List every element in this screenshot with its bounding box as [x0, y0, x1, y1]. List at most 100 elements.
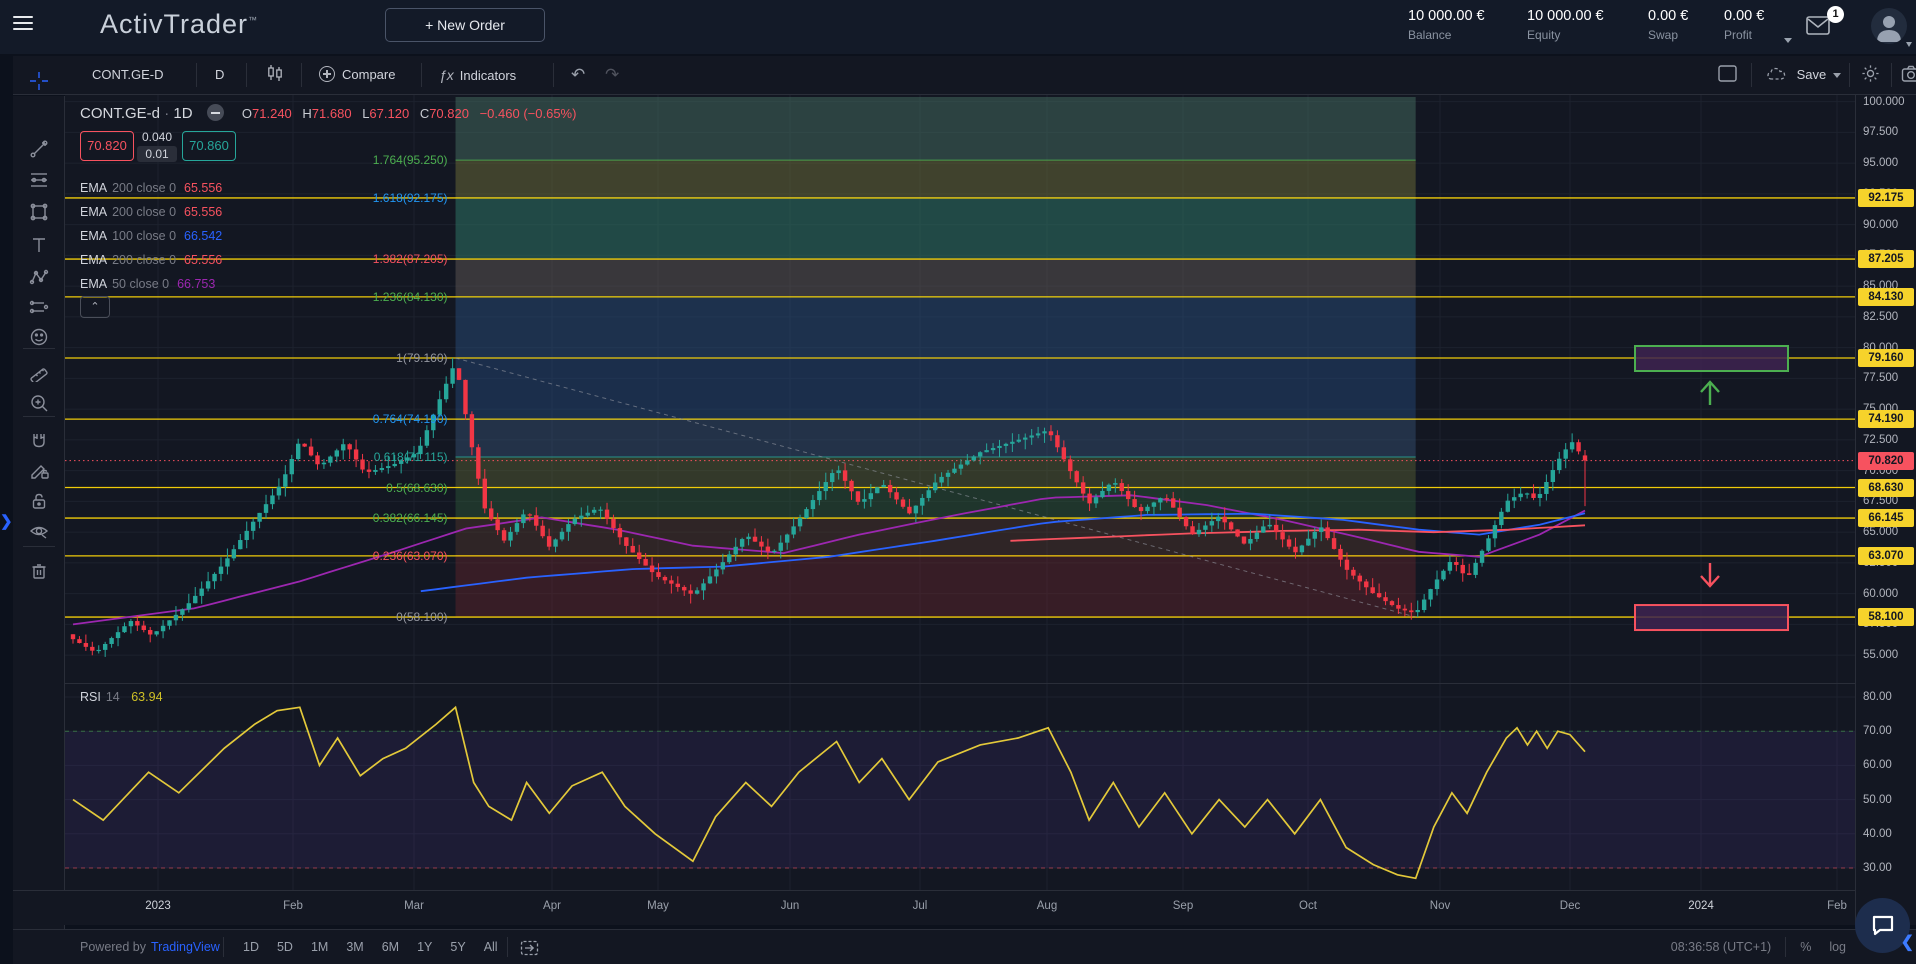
- pip-value: 0.01: [137, 146, 177, 162]
- month-label[interactable]: Apr: [543, 900, 561, 912]
- price-alert-tag[interactable]: 63.070: [1858, 547, 1914, 565]
- legend-symbol[interactable]: CONT.GE-d: [80, 105, 160, 122]
- user-icon: [1871, 8, 1907, 44]
- indicator-row[interactable]: EMA200 close 065.556: [80, 181, 222, 195]
- goto-date-button[interactable]: [508, 930, 551, 964]
- range-button-5y[interactable]: 5Y: [450, 940, 465, 954]
- text-tool[interactable]: [26, 232, 52, 258]
- hide-drawings-tool[interactable]: [26, 518, 52, 544]
- undo-button[interactable]: ↶: [571, 56, 585, 94]
- price-alert-tag[interactable]: 58.100: [1858, 608, 1914, 626]
- new-order-button[interactable]: + New Order: [385, 8, 545, 42]
- month-label[interactable]: Mar: [404, 900, 424, 912]
- range-button-3m[interactable]: 3M: [346, 940, 363, 954]
- layout-button[interactable]: [1718, 56, 1737, 94]
- forecast-tool[interactable]: [26, 294, 52, 320]
- tradingview-link[interactable]: TradingView: [151, 940, 220, 954]
- crosshair-tool[interactable]: [26, 68, 52, 94]
- indicator-row[interactable]: EMA200 close 065.556: [80, 253, 222, 267]
- price-axis[interactable]: 100.00097.50095.00092.50090.00087.50085.…: [1855, 95, 1916, 925]
- sell-price-button[interactable]: 70.820: [80, 131, 134, 161]
- price-alert-tag[interactable]: 74.190: [1858, 410, 1914, 428]
- indicator-params: 200 close 0: [112, 253, 176, 267]
- settings-button[interactable]: [1861, 56, 1880, 94]
- menu-icon[interactable]: [13, 16, 33, 32]
- range-button-1y[interactable]: 1Y: [417, 940, 432, 954]
- hide-series-icon[interactable]: [207, 104, 224, 121]
- avatar[interactable]: [1871, 8, 1907, 44]
- range-button-1d[interactable]: 1D: [243, 940, 259, 954]
- price-tick: 82.500: [1863, 311, 1898, 323]
- shapes-tool[interactable]: [26, 199, 52, 225]
- range-button-5d[interactable]: 5D: [277, 940, 293, 954]
- year-label[interactable]: 2024: [1688, 900, 1714, 912]
- expand-panel-chevron-icon[interactable]: ❯: [0, 512, 13, 530]
- month-label[interactable]: Feb: [1827, 900, 1847, 912]
- month-label[interactable]: Sep: [1173, 900, 1193, 912]
- percent-scale-button[interactable]: %: [1800, 930, 1811, 964]
- pattern-tool[interactable]: [26, 264, 52, 290]
- indicator-params: 200 close 0: [112, 205, 176, 219]
- month-label[interactable]: May: [647, 900, 669, 912]
- indicator-name: EMA: [80, 229, 107, 243]
- time-axis[interactable]: 2023 Feb Mar Apr May Jun Jul Aug Sep Oct Nov Dec 202…: [13, 890, 1855, 925]
- year-label[interactable]: 2023: [145, 900, 171, 912]
- screenshot-button[interactable]: [1901, 56, 1916, 94]
- price-alert-tag[interactable]: 87.205: [1858, 250, 1914, 268]
- save-caret-icon[interactable]: [1833, 73, 1841, 78]
- range-button-6m[interactable]: 6M: [382, 940, 399, 954]
- save-button[interactable]: Save: [1766, 56, 1826, 94]
- mail-icon[interactable]: 1: [1805, 13, 1839, 41]
- indicator-row[interactable]: EMA100 close 066.542: [80, 229, 222, 243]
- equity-value: 10 000.00 €: [1527, 8, 1604, 24]
- trendline-tool[interactable]: [26, 136, 52, 162]
- range-button-1m[interactable]: 1M: [311, 940, 328, 954]
- log-scale-button[interactable]: log: [1829, 930, 1846, 964]
- magnet-tool[interactable]: [26, 428, 52, 454]
- month-label[interactable]: Oct: [1299, 900, 1317, 912]
- price-alert-tag[interactable]: 84.130: [1858, 288, 1914, 306]
- measure-tool[interactable]: [26, 359, 52, 385]
- redo-button[interactable]: ↷: [605, 56, 619, 94]
- indicator-row[interactable]: EMA50 close 066.753: [80, 277, 215, 291]
- indicator-row[interactable]: EMA200 close 065.556: [80, 205, 222, 219]
- zoom-in-tool[interactable]: [26, 390, 52, 416]
- current-price-tag[interactable]: 70.820: [1858, 452, 1914, 470]
- month-label[interactable]: Aug: [1037, 900, 1057, 912]
- avatar-caret-icon[interactable]: [1906, 42, 1912, 47]
- symbol-button[interactable]: CONT.GE-D: [92, 56, 164, 94]
- indicators-button[interactable]: ƒxIndicators: [439, 56, 516, 94]
- metrics-caret-icon[interactable]: [1784, 38, 1792, 43]
- price-alert-tag[interactable]: 68.630: [1858, 479, 1914, 497]
- gear-icon: [1861, 64, 1880, 83]
- emoji-tool[interactable]: [26, 324, 52, 350]
- indicator-value: 65.556: [184, 253, 222, 267]
- month-label[interactable]: Dec: [1560, 900, 1580, 912]
- month-label[interactable]: Jun: [781, 900, 800, 912]
- collapse-indicators-button[interactable]: ⌃: [80, 296, 110, 318]
- compare-button[interactable]: Compare: [319, 56, 395, 94]
- buy-price-button[interactable]: 70.860: [182, 131, 236, 161]
- swap-label: Swap: [1648, 28, 1688, 42]
- price-alert-tag[interactable]: 92.175: [1858, 189, 1914, 207]
- range-button-all[interactable]: All: [484, 940, 498, 954]
- month-label[interactable]: Feb: [283, 900, 303, 912]
- indicator-params: 100 close 0: [112, 229, 176, 243]
- chart-area[interactable]: [65, 95, 1855, 890]
- price-alert-tag[interactable]: 66.145: [1858, 509, 1914, 527]
- lock-tool[interactable]: [26, 488, 52, 514]
- delete-tool[interactable]: [26, 558, 52, 584]
- month-label[interactable]: Jul: [913, 900, 928, 912]
- candle-style-button[interactable]: [265, 56, 285, 94]
- drawing-mode-tool[interactable]: [26, 458, 52, 484]
- price-chart[interactable]: [65, 95, 1855, 890]
- fib-retracement-tool[interactable]: [26, 167, 52, 193]
- clock: 08:36:58 (UTC+1): [1671, 930, 1771, 964]
- month-label[interactable]: Nov: [1430, 900, 1450, 912]
- collapse-chat-chevron-icon[interactable]: ❮: [1901, 932, 1914, 952]
- price-alert-tag[interactable]: 79.160: [1858, 349, 1914, 367]
- interval-button[interactable]: D: [215, 56, 224, 94]
- trademark: ™: [248, 15, 258, 25]
- open-value: 71.240: [252, 106, 292, 121]
- legend-interval[interactable]: 1D: [173, 105, 192, 122]
